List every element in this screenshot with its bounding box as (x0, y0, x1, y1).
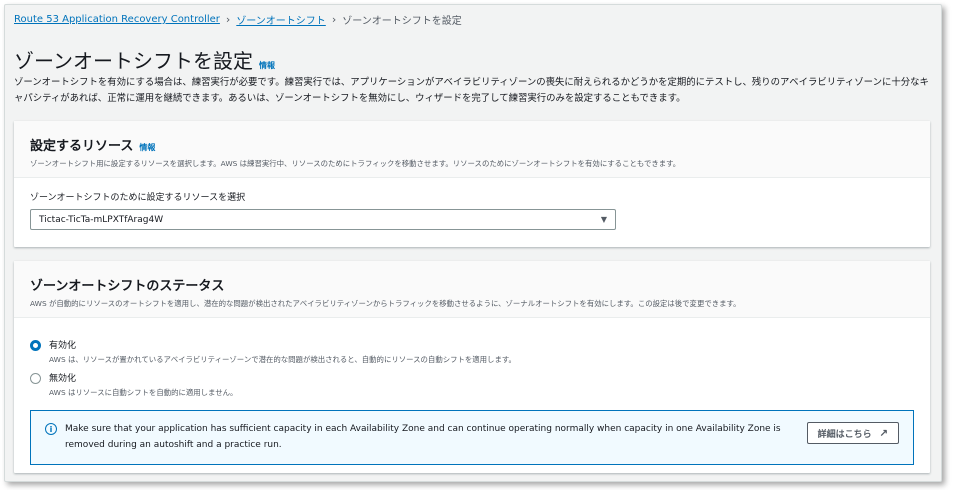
status-card-header: ゾーンオートシフトのステータス AWS が自動的にリソースのオートシフトを適用し… (14, 261, 930, 318)
status-card-body: 有効化 AWS は、リソースが置かれているアベイラビリティーゾーンで潜在的な問題… (14, 318, 930, 475)
resource-card: 設定するリソース 情報 ゾーンオートシフト用に設定するリソースを選択します。AW… (14, 121, 930, 247)
page-title-text: ゾーンオートシフトを設定 (14, 49, 253, 73)
resource-card-title: 設定するリソース 情報 (30, 135, 914, 154)
radio-enable-description: AWS は、リソースが置かれているアベイラビリティーゾーンで潜在的な問題が検出さ… (49, 355, 516, 364)
status-card-description: AWS が自動的にリソースのオートシフトを適用し、潜在的な問題が検出されたアベイ… (30, 299, 741, 308)
resource-info-link[interactable]: 情報 (139, 142, 155, 153)
radio-disable-control[interactable] (30, 373, 41, 384)
external-link-icon: ↗ (879, 427, 888, 439)
caret-down-icon: ▼ (600, 215, 607, 224)
radio-disable-description: AWS はリソースに自動シフトを自動的に適用しません。 (49, 388, 238, 397)
page-title: ゾーンオートシフトを設定 情報 (14, 45, 275, 74)
resource-select[interactable]: Tictac-TicTa-mLPXTfArag4W ▼ (30, 209, 616, 230)
status-card: ゾーンオートシフトのステータス AWS が自動的にリソースのオートシフトを適用し… (14, 261, 930, 473)
breadcrumb-current: ゾーンオートシフトを設定 (342, 16, 462, 27)
resource-card-title-text: 設定するリソース (30, 139, 134, 154)
radio-disable-label: 無効化 (49, 374, 77, 384)
chevron-right-icon: › (225, 13, 231, 26)
alert-text: Make sure that your application has suff… (65, 424, 781, 450)
radio-enable-control[interactable] (30, 340, 41, 351)
radio-enable[interactable]: 有効化 AWS は、リソースが置かれているアベイラビリティーゾーンで潜在的な問題… (30, 338, 914, 365)
breadcrumb-link-zonal-autoshift[interactable]: ゾーンオートシフト (236, 12, 326, 27)
resource-select-label: ゾーンオートシフトのために設定するリソースを選択 (30, 193, 246, 203)
learn-more-label: 詳細はこちら (817, 428, 872, 439)
app-frame: Route 53 Application Recovery Controller… (4, 4, 942, 482)
resource-select-value: Tictac-TicTa-mLPXTfArag4W (39, 214, 164, 225)
info-circle-icon: i (45, 423, 57, 435)
radio-disable[interactable]: 無効化 AWS はリソースに自動シフトを自動的に適用しません。 (30, 371, 914, 398)
page-info-link[interactable]: 情報 (259, 60, 275, 71)
chevron-right-icon: › (331, 13, 337, 26)
resource-card-description: ゾーンオートシフト用に設定するリソースを選択します。AWS は練習実行中、リソー… (30, 159, 681, 168)
status-card-title: ゾーンオートシフトのステータス (30, 279, 225, 294)
resource-card-header: 設定するリソース 情報 ゾーンオートシフト用に設定するリソースを選択します。AW… (14, 121, 930, 178)
info-alert: i Make sure that your application has su… (30, 410, 914, 465)
learn-more-button[interactable]: 詳細はこちら ↗ (806, 422, 899, 444)
resource-card-body: ゾーンオートシフトのために設定するリソースを選択 Tictac-TicTa-mL… (14, 178, 930, 240)
breadcrumb-link-arc[interactable]: Route 53 Application Recovery Controller (14, 14, 220, 25)
page-description: ゾーンオートシフトを有効にする場合は、練習実行が必要です。練習実行では、アプリケ… (14, 77, 929, 104)
radio-enable-label: 有効化 (49, 341, 77, 351)
breadcrumb: Route 53 Application Recovery Controller… (14, 12, 462, 27)
